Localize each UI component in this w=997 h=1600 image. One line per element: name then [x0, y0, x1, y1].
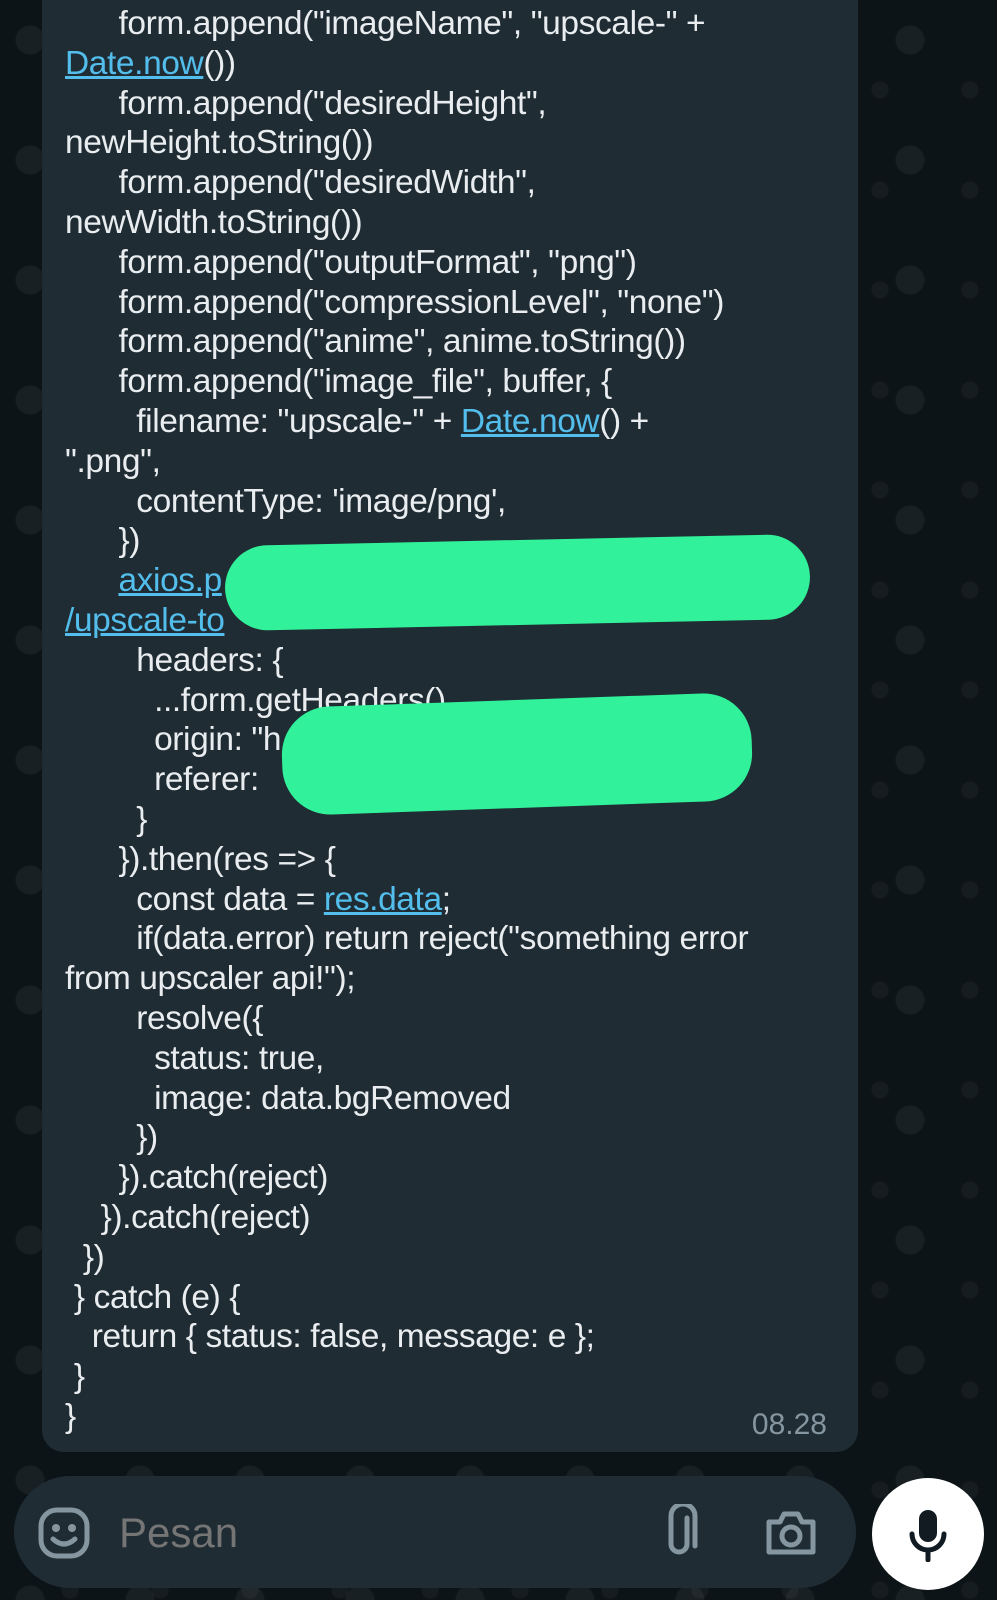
code-text: return { status: false, message: e };	[65, 1318, 595, 1356]
code-text: ())	[203, 44, 236, 82]
code-line: })	[65, 1118, 845, 1158]
code-line: }).catch(reject)	[65, 1198, 845, 1238]
code-line: })	[65, 1238, 845, 1278]
code-text: () +	[599, 402, 649, 440]
code-text: origin: "h	[65, 721, 282, 759]
code-text: image: data.bgRemoved	[65, 1079, 511, 1117]
code-line: contentType: 'image/png',	[65, 482, 845, 522]
code-text: headers: {	[65, 641, 284, 679]
camera-icon[interactable]	[764, 1508, 818, 1558]
code-text: form.append("imageName", "upscale-" +	[65, 5, 715, 42]
code-line: from upscaler api!");	[65, 959, 845, 999]
code-text: filename: "upscale-" +	[65, 402, 461, 440]
code-text: form.append("desiredWidth",	[65, 164, 545, 202]
microphone-button[interactable]	[872, 1478, 984, 1590]
code-text: form.append("image_file", buffer, {	[65, 363, 612, 401]
code-line: newHeight.toString())	[65, 123, 845, 163]
code-text: }).catch(reject)	[65, 1159, 328, 1197]
code-line: status: true,	[65, 1039, 845, 1079]
code-text: form.append("desiredHeight",	[65, 84, 556, 122]
code-line: }).catch(reject)	[65, 1158, 845, 1198]
code-line: form.append("compressionLevel", "none")	[65, 283, 845, 323]
code-line: const data = res.data;	[65, 880, 845, 920]
code-line: newWidth.toString())	[65, 203, 845, 243]
code-text: })	[65, 1238, 105, 1276]
code-text: status: true,	[65, 1039, 324, 1077]
microphone-icon	[909, 1510, 947, 1562]
code-text: }).catch(reject)	[65, 1198, 311, 1236]
code-line: if(data.error) return reject("something …	[65, 919, 845, 959]
code-text: resolve({	[65, 999, 263, 1037]
code-line: form.append("anime", anime.toString())	[65, 322, 845, 362]
redaction-mark-url	[224, 533, 811, 632]
code-text: form.append("compressionLevel", "none")	[65, 283, 724, 321]
emoji-icon[interactable]	[36, 1505, 92, 1561]
code-line: headers: {	[65, 641, 845, 681]
code-text: })	[65, 1119, 158, 1157]
code-link[interactable]: axios.p	[118, 562, 222, 599]
code-line: form.append("outputFormat", "png")	[65, 243, 845, 283]
code-line: form.append("desiredHeight",	[65, 84, 845, 124]
code-link[interactable]: Date.now	[461, 403, 600, 440]
code-text: }).then(res => {	[65, 840, 336, 878]
code-text: contentType: 'image/png',	[65, 482, 506, 520]
code-text: newHeight.toString())	[65, 124, 374, 162]
message-input[interactable]	[119, 1509, 599, 1557]
code-text: if(data.error) return reject("something …	[65, 920, 758, 958]
code-text: newWidth.toString())	[65, 203, 363, 241]
code-line: Date.now())	[65, 44, 845, 84]
code-link[interactable]: Date.now	[65, 45, 204, 82]
code-link[interactable]: /upscale-to	[65, 602, 225, 639]
code-line: }).then(res => {	[65, 840, 845, 880]
code-text: }	[65, 1358, 85, 1396]
redaction-mark-headers	[280, 691, 754, 817]
code-text: form.append("outputFormat", "png")	[65, 243, 637, 281]
code-text: referer:	[65, 761, 259, 799]
code-line: } catch (e) {	[65, 1278, 845, 1318]
code-text: })	[65, 522, 140, 560]
code-line: }	[65, 1357, 845, 1397]
code-text: const data =	[65, 880, 324, 918]
code-line: form.append("imageName", "upscale-" +	[65, 4, 845, 44]
code-text: form.append("anime", anime.toString())	[65, 323, 686, 361]
code-text: }	[65, 800, 148, 838]
code-line: ".png",	[65, 442, 845, 482]
paperclip-icon[interactable]	[659, 1504, 703, 1562]
code-line: filename: "upscale-" + Date.now() +	[65, 402, 845, 442]
message-timestamp: 08.28	[751, 1408, 827, 1441]
code-text: ".png",	[65, 442, 161, 480]
code-line: resolve({	[65, 999, 845, 1039]
code-text: from upscaler api!");	[65, 960, 356, 998]
code-text: }	[65, 1397, 76, 1435]
code-text: ;	[441, 880, 451, 918]
message-composer[interactable]	[14, 1476, 856, 1588]
code-link[interactable]: res.data	[324, 881, 442, 918]
code-line: return { status: false, message: e };	[65, 1317, 845, 1357]
code-line: }	[65, 1397, 845, 1437]
code-text: } catch (e) {	[65, 1278, 241, 1316]
code-line: image: data.bgRemoved	[65, 1079, 845, 1119]
code-line: form.append("desiredWidth",	[65, 163, 845, 203]
code-line: form.append("image_file", buffer, {	[65, 362, 845, 402]
